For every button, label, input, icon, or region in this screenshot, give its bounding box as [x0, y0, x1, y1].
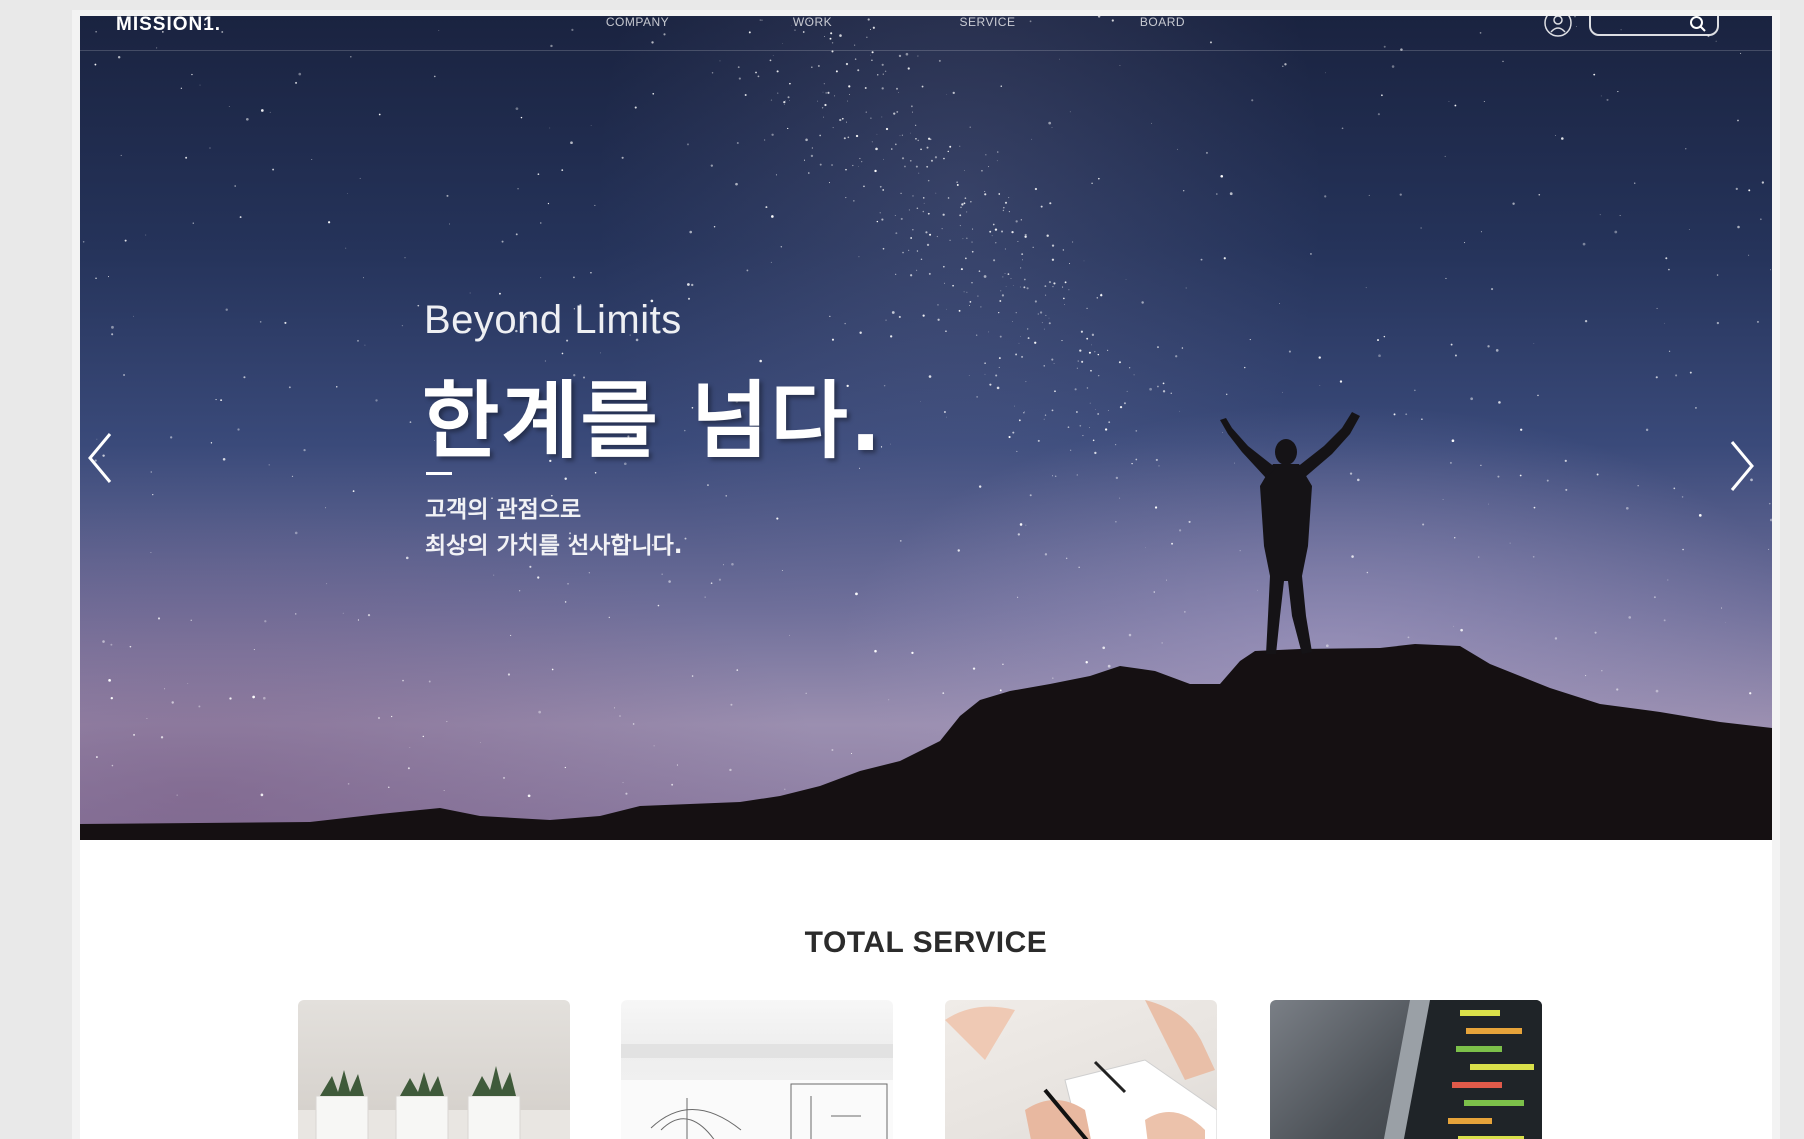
hero-slider: MISSION1. COMPANY WORK SERVICE BOARD Bey…: [80, 16, 1772, 840]
potted-plants-image: [298, 1066, 570, 1139]
hero-title-en: Beyond Limits: [424, 298, 682, 342]
writing-notebook-image: [945, 1000, 1217, 1139]
chevron-left-icon[interactable]: [84, 428, 118, 488]
service-card-sketch[interactable]: [621, 1000, 893, 1139]
hero-subtitle: 고객의 관점으로 최상의 가치를 선사합니다.: [425, 492, 683, 564]
hero-subtitle-line: 최상의 가치를 선사합니다.: [425, 533, 683, 559]
hero-divider: [426, 472, 452, 475]
hero-subtitle-line: 고객의 관점으로: [425, 497, 582, 523]
main-nav: COMPANY WORK SERVICE BOARD: [550, 16, 1250, 29]
site-logo[interactable]: MISSION1.: [116, 16, 221, 36]
page: MISSION1. COMPANY WORK SERVICE BOARD Bey…: [80, 16, 1772, 1139]
search-icon[interactable]: [1689, 16, 1707, 33]
nav-item-board[interactable]: BOARD: [1075, 16, 1250, 29]
service-card-writing[interactable]: [945, 1000, 1217, 1139]
hero-title-ko: 한계를 넘다.: [422, 372, 884, 470]
service-card-data[interactable]: [1270, 1000, 1542, 1139]
search-input[interactable]: [1589, 16, 1719, 36]
nav-item-company[interactable]: COMPANY: [550, 16, 725, 29]
mountain-silhouette: [80, 412, 1772, 840]
sketch-drawing-image: [621, 1044, 893, 1139]
service-card-plants[interactable]: [298, 1000, 570, 1139]
service-section-title: TOTAL SERVICE: [804, 926, 1048, 959]
user-icon[interactable]: [1543, 16, 1573, 38]
chevron-right-icon[interactable]: [1724, 436, 1758, 496]
nav-item-service[interactable]: SERVICE: [900, 16, 1075, 29]
data-screen-image: [1383, 1000, 1542, 1139]
nav-item-work[interactable]: WORK: [725, 16, 900, 29]
site-header: MISSION1. COMPANY WORK SERVICE BOARD: [80, 16, 1772, 51]
